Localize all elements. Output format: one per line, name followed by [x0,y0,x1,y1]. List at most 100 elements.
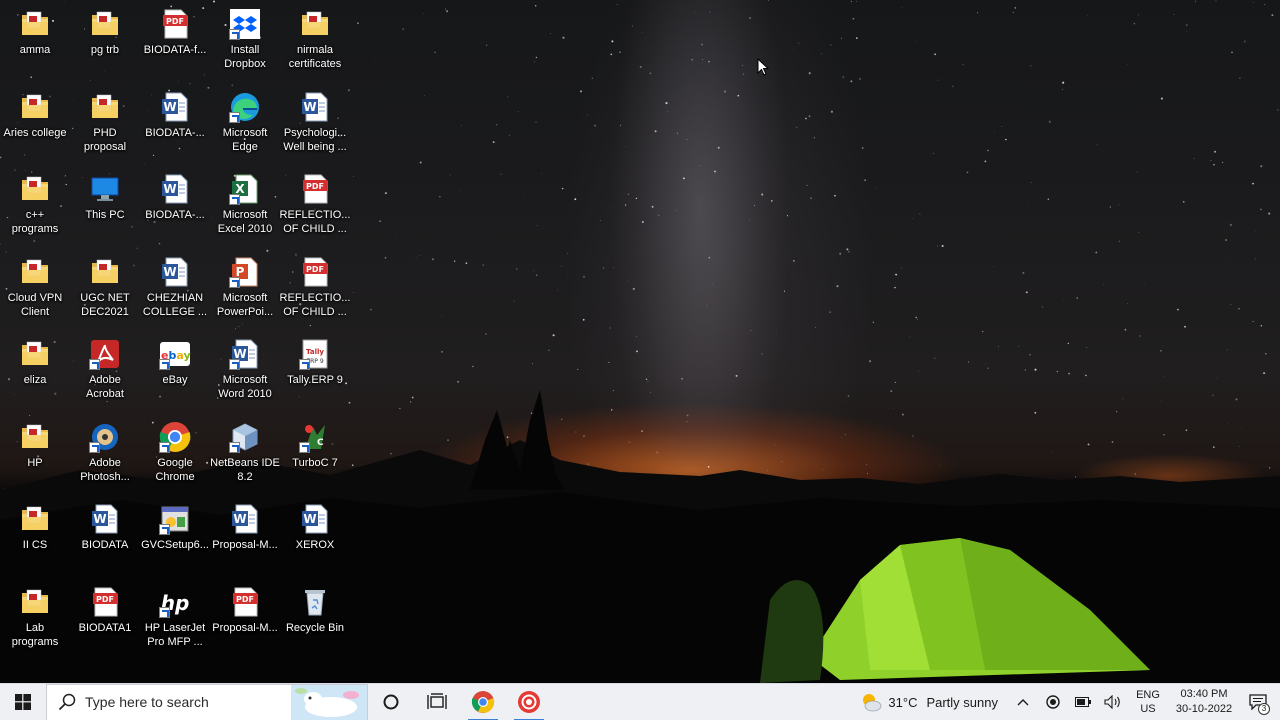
svg-text:W: W [163,182,176,196]
show-hidden-icons-button[interactable] [1008,684,1038,720]
task-view-button[interactable] [414,684,460,720]
desktop-icon[interactable]: Lab programs [0,580,70,660]
task-view-icon [427,693,447,709]
desktop-icon[interactable]: GVCSetup6... [140,497,210,577]
desktop-icon[interactable]: Tally ERP 9 Tally.ERP 9 [280,332,350,412]
folder-icon [89,91,121,123]
desktop-icon[interactable]: II CS [0,497,70,577]
desktop-icon-label: amma [19,44,51,56]
word-document-icon: W [159,91,191,123]
word-document-icon: W [229,503,261,535]
desktop-icon[interactable]: ebay eBay [140,332,210,412]
desktop-icon[interactable]: W Microsoft Word 2010 [210,332,280,412]
word-document-icon: W [159,173,191,205]
desktop-icon[interactable]: PDF BIODATA-f... [140,2,210,82]
tally-icon: Tally ERP 9 [299,338,331,370]
desktop-icon[interactable]: Microsoft Edge [210,85,280,165]
shortcut-arrow-icon [299,359,310,370]
input-language-indicator[interactable]: ENG US [1128,688,1168,716]
desktop-icon[interactable]: W Psychologi... Well being ... [280,85,350,165]
desktop-icon[interactable]: X Microsoft Excel 2010 [210,167,280,247]
word-document-icon: W [89,503,121,535]
speaker-icon [1104,695,1120,709]
record-icon [1046,695,1060,709]
cortana-button[interactable] [368,684,414,720]
desktop-icon-label: Microsoft Word 2010 [218,374,272,400]
desktop-icon[interactable]: PHD proposal [70,85,140,165]
desktop-icon[interactable]: UGC NET DEC2021 [70,250,140,330]
shortcut-arrow-icon [229,359,240,370]
desktop-icon[interactable]: hp HP LaserJet Pro MFP ... [140,580,210,660]
taskbar-recorder-button[interactable] [506,684,552,720]
volume-button[interactable] [1098,684,1128,720]
desktop-icon-label: nirmala certificates [288,44,342,70]
desktop-icon[interactable]: W Proposal-M... [210,497,280,577]
desktop-icon[interactable]: pg trb [70,2,140,82]
desktop-icon-label: Cloud VPN Client [7,292,63,318]
desktop-icon-label: Proposal-M... [212,622,278,634]
taskbar-clock[interactable]: 03:40 PM 30-10-2022 [1172,687,1236,717]
desktop-icon[interactable]: HP [0,415,70,495]
svg-text:C: C [317,438,324,448]
desktop-icon[interactable]: Install Dropbox [210,2,280,82]
desktop-icon[interactable]: Adobe Acrobat [70,332,140,412]
desktop-icon-label: Adobe Acrobat [86,374,124,400]
desktop-icon[interactable]: Aries college [0,85,70,165]
battery-button[interactable] [1068,684,1098,720]
desktop-icon[interactable]: NetBeans IDE 8.2 [210,415,280,495]
desktop-icon[interactable]: This PC [70,167,140,247]
desktop-icon[interactable]: amma [0,2,70,82]
shortcut-arrow-icon [89,359,100,370]
desktop-icon-label: Recycle Bin [285,622,345,634]
desktop-icon-label: BIODATA-f... [143,44,207,56]
desktop-icon[interactable]: nirmala certificates [280,2,350,82]
desktop-icon[interactable]: W BIODATA [70,497,140,577]
folder-icon [19,586,51,618]
desktop-icon[interactable]: W CHEZHIAN COLLEGE ... [140,250,210,330]
desktop-icon[interactable]: P Microsoft PowerPoi... [210,250,280,330]
adobe-acrobat-icon [89,338,121,370]
shortcut-arrow-icon [159,359,170,370]
desktop-icon[interactable]: W XEROX [280,497,350,577]
desktop-icon-label: NetBeans IDE 8.2 [210,457,280,483]
desktop-icon[interactable]: W BIODATA-... [140,167,210,247]
desktop-icon[interactable]: C TurboC 7 [280,415,350,495]
desktop-icon[interactable]: Google Chrome [140,415,210,495]
taskbar-search-box[interactable]: Type here to search [46,683,368,720]
desktop-icon[interactable]: PDF BIODATA1 [70,580,140,660]
desktop-icon-label: HP [27,457,43,469]
desktop-icon[interactable]: PDF REFLECTIO... OF CHILD ... [280,250,350,330]
folder-icon [19,173,51,205]
desktop-icon-label: BIODATA-... [145,127,205,139]
desktop-icon[interactable]: Recycle Bin [280,580,350,660]
clock-time: 03:40 PM [1180,688,1228,700]
svg-text:W: W [303,512,316,526]
start-button[interactable] [0,684,46,720]
action-center-button[interactable]: 3 [1236,684,1280,720]
shortcut-arrow-icon [229,194,240,205]
desktop-icon[interactable]: Adobe Photosh... [70,415,140,495]
taskbar-chrome-button[interactable] [460,684,506,720]
keyboard-region: US [1140,703,1156,715]
desktop-icon[interactable]: c++ programs [0,167,70,247]
weather-condition: Partly sunny [926,694,998,710]
folder-icon [19,8,51,40]
tray-record-button[interactable] [1038,684,1068,720]
desktop-icon-label: REFLECTIO... OF CHILD ... [279,209,351,235]
folder-icon [89,256,121,288]
search-highlight-image [291,684,367,720]
screen-recorder-icon [518,691,540,713]
desktop-icon[interactable]: Cloud VPN Client [0,250,70,330]
folder-icon [299,8,331,40]
desktop-icon-label: eliza [23,374,47,386]
svg-text:W: W [163,100,176,114]
language-code: ENG [1136,689,1160,701]
desktop-icon-label: PHD proposal [83,127,127,153]
desktop-icon[interactable]: PDF Proposal-M... [210,580,280,660]
desktop-icon-label: BIODATA [81,539,129,551]
desktop-icon[interactable]: eliza [0,332,70,412]
desktop-icon[interactable]: W BIODATA-... [140,85,210,165]
desktop-icon[interactable]: PDF REFLECTIO... OF CHILD ... [280,167,350,247]
shortcut-arrow-icon [159,607,170,618]
weather-widget[interactable]: 31°C Partly sunny [854,684,1008,720]
